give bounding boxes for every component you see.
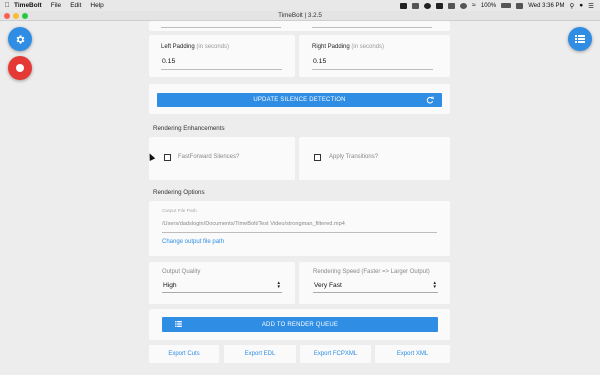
export-xml-button[interactable]: Export XML [375,345,450,363]
settings-button[interactable] [8,27,32,51]
previous-field-underline [161,27,281,28]
render-queue-button[interactable] [568,27,592,51]
select-arrows-icon: ▲ ▼ [432,280,437,289]
add-to-render-queue-button[interactable]: ADD TO RENDER QUEUE [162,317,438,332]
input-source-icon[interactable] [516,2,524,9]
tray-display-icon[interactable] [448,2,456,9]
transitions-checkbox[interactable] [314,154,321,161]
record-button[interactable] [8,56,32,80]
tray-record-icon[interactable] [424,2,432,9]
system-menubar:  TimeBolt File Edit Help ≈ 100% Wed 3:3… [0,0,600,11]
select-arrows-icon: ▲ ▼ [276,280,281,289]
list-icon [175,321,182,327]
right-padding-underline [312,69,433,70]
battery-icon[interactable] [501,3,512,8]
output-quality-value: High [163,282,177,289]
refresh-icon [426,96,434,104]
output-path-label: Output File Path [162,209,197,214]
record-dot-icon [16,64,24,72]
menu-edit[interactable]: Edit [70,2,81,9]
update-silence-detection-button[interactable]: UPDATE SILENCE DETECTION [157,93,442,107]
tray-app-icon[interactable] [400,2,408,9]
rendering-speed-label: Rendering Speed (Faster => Larger Output… [313,269,430,275]
export-cuts-button[interactable]: Export Cuts [149,345,219,363]
menu-app-name[interactable]: TimeBolt [14,2,42,9]
gear-icon [16,34,24,44]
fastforward-checkbox[interactable] [164,154,171,161]
left-padding-underline [161,69,282,70]
dropbox-icon[interactable] [436,2,444,9]
left-padding-label: Left Padding (in seconds) [161,44,230,50]
rendering-enhancements-title: Rendering Enhancements [153,125,225,132]
left-padding-card: Left Padding (in seconds) 0.15 [149,35,295,77]
output-path-field[interactable]: /Users/dadslogin/Documents/TimeBolt/Test… [162,221,345,227]
list-icon [575,35,585,43]
output-quality-card: Output Quality High ▲ ▼ [149,262,295,304]
spotlight-icon[interactable]: ⚲ [569,2,574,10]
left-padding-input[interactable]: 0.15 [162,58,175,65]
battery-percent: 100% [480,2,497,9]
rendering-options-title: Rendering Options [153,189,205,196]
right-padding-card: Right Padding (in seconds) 0.15 [299,35,450,77]
tray-monitor-icon[interactable] [412,2,420,9]
rendering-speed-card: Rendering Speed (Faster => Larger Output… [299,262,450,304]
menu-help[interactable]: Help [90,2,103,9]
menubar-status-area: ≈ 100% Wed 3:36 PM ⚲ ● ☰ [400,0,594,11]
rendering-speed-value: Very Fast [314,282,342,289]
right-padding-label: Right Padding (in seconds) [312,44,385,50]
output-quality-select[interactable]: High ▲ ▼ [162,279,282,293]
add-to-render-queue-label: ADD TO RENDER QUEUE [261,321,339,328]
window-title: TimeBolt | 3.2.5 [278,12,322,19]
previous-field-underline [312,27,432,28]
apple-menu-icon[interactable]:  [0,2,14,9]
export-edl-button[interactable]: Export EDL [224,345,296,363]
fastforward-label: FastForward Silences? [178,154,240,160]
fastforward-card: FastForward Silences? [149,137,295,180]
tray-sync-icon[interactable] [460,2,468,9]
menubar-clock[interactable]: Wed 3:36 PM [528,3,564,9]
previous-settings-card [149,21,450,31]
notification-center-icon[interactable]: ☰ [588,2,594,10]
change-output-path-link[interactable]: Change output file path [162,239,224,245]
output-path-underline [162,232,437,233]
export-fcpxml-button[interactable]: Export FCPXML [300,345,371,363]
transitions-card: Apply Transitions? [299,137,450,180]
transitions-label: Apply Transitions? [329,154,379,160]
output-quality-label: Output Quality [162,269,201,275]
wifi-icon[interactable]: ≈ [472,2,476,9]
menu-file[interactable]: File [51,2,61,9]
window-titlebar: TimeBolt | 3.2.5 [0,11,600,21]
right-padding-input[interactable]: 0.15 [313,58,326,65]
siri-icon[interactable]: ● [579,2,583,9]
update-silence-detection-label: UPDATE SILENCE DETECTION [253,97,346,103]
output-path-card: Output File Path /Users/dadslogin/Docume… [149,201,450,256]
rendering-speed-select[interactable]: Very Fast ▲ ▼ [313,279,438,293]
